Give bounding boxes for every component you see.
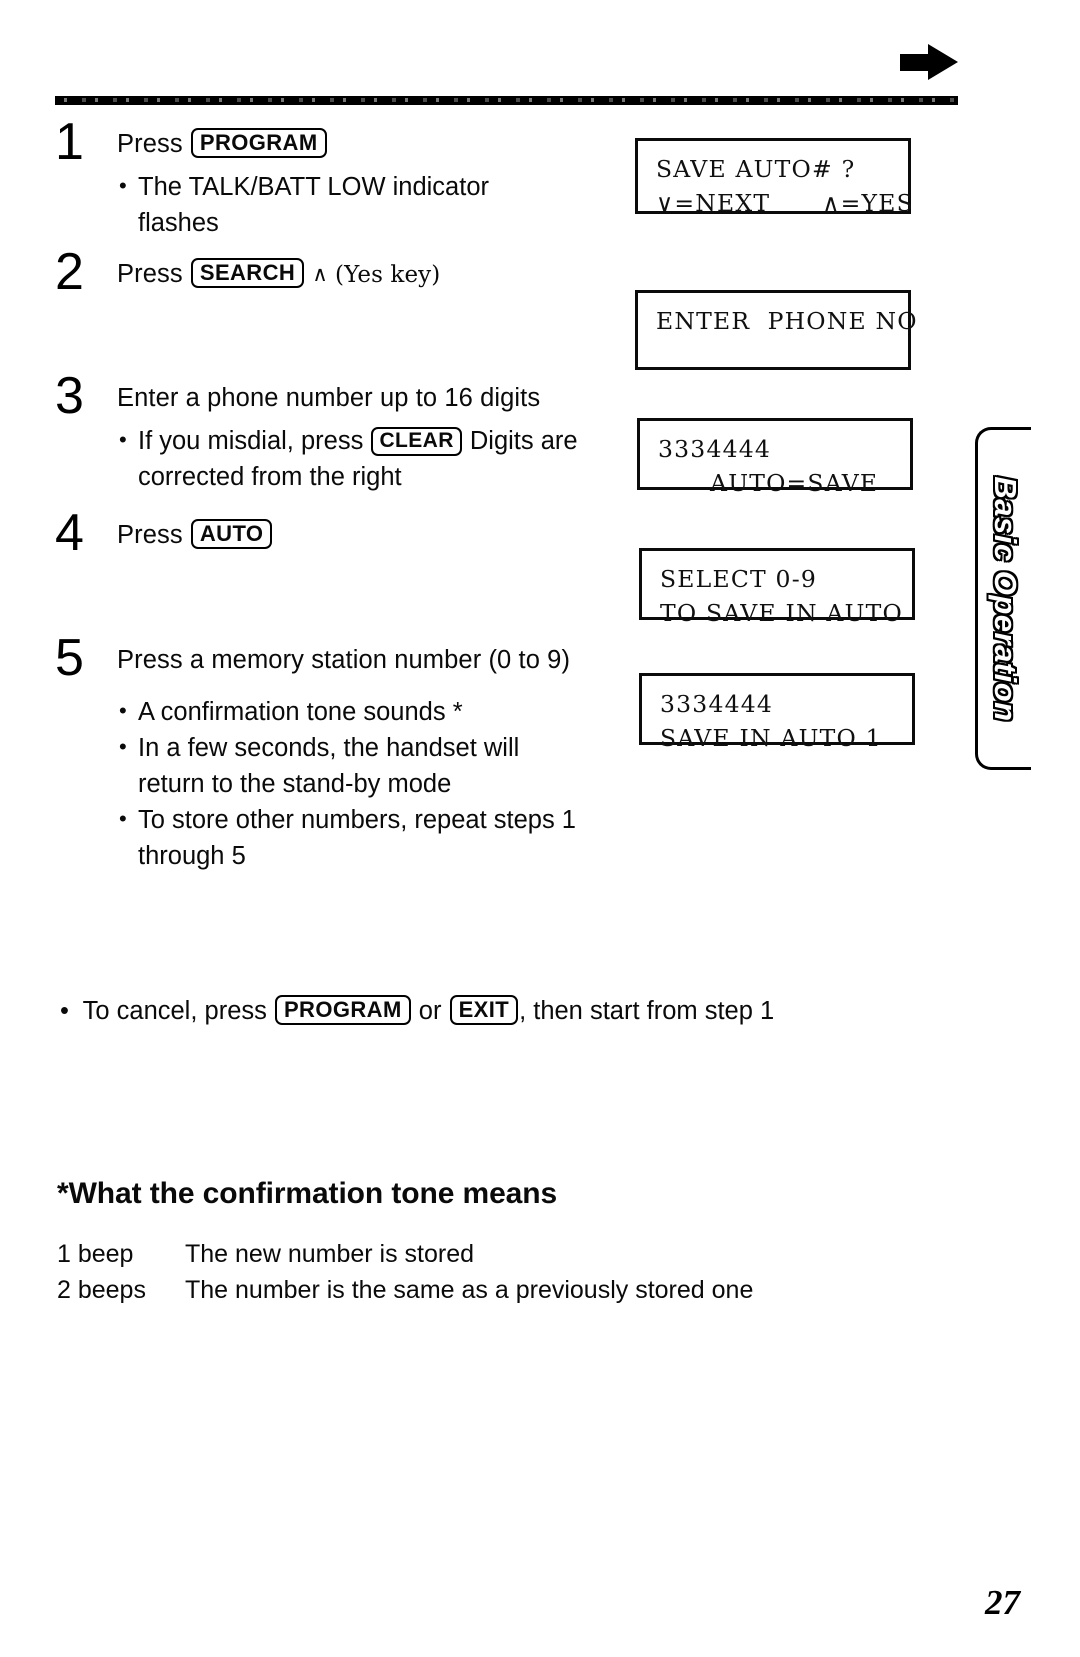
bullet-text-b: Digits are xyxy=(469,426,578,455)
step-3-body: Enter a phone number up to 16 digits If … xyxy=(117,382,615,495)
bullet-line: To store other numbers, repeat steps 1 xyxy=(138,806,576,835)
bullet: A confirmation tone sounds * xyxy=(117,694,615,730)
tone-meaning: The new number is stored xyxy=(185,1240,475,1268)
lcd-line-2: SAVE IN AUTO 1 xyxy=(660,724,882,752)
step-4: 4 Press AUTO xyxy=(55,507,615,644)
step-5-bullets: A confirmation tone sounds * In a few se… xyxy=(117,694,615,875)
lcd-line-2: TO SAVE IN AUTO xyxy=(660,599,903,627)
key-clear[interactable]: CLEAR xyxy=(371,426,462,456)
bullet-continuation: flashes xyxy=(117,206,615,241)
step-5: 5 Press a memory station number (0 to 9)… xyxy=(55,632,615,875)
key-search[interactable]: SEARCH xyxy=(190,258,305,289)
bullet-continuation: through 5 xyxy=(117,839,615,874)
arrow-right-icon xyxy=(900,44,958,80)
step-2: 2 Press SEARCH ∧ (Yes key) xyxy=(55,246,615,382)
step-1-bullets: The TALK/BATT LOW indicator flashes xyxy=(117,169,615,241)
header-rule-texture xyxy=(55,98,958,102)
step-5-body: Press a memory station number (0 to 9) A… xyxy=(117,644,615,875)
step-2-verb: Press xyxy=(117,260,183,288)
cancel-note-part3: , then start from step 1 xyxy=(519,997,775,1025)
bullet: The TALK/BATT LOW indicator xyxy=(117,169,615,205)
key-program[interactable]: PROGRAM xyxy=(190,128,327,159)
tone-meaning: The number is the same as a previously s… xyxy=(185,1276,754,1304)
arrow-head xyxy=(928,44,958,80)
cancel-note-part1: To cancel, press xyxy=(82,997,267,1025)
step-4-number: 4 xyxy=(55,504,84,562)
step-2-title: Press SEARCH ∧ (Yes key) xyxy=(117,258,615,291)
step-2-number: 2 xyxy=(55,243,84,301)
bullet: In a few seconds, the handset will xyxy=(117,730,615,766)
page-number: 27 xyxy=(985,1583,1020,1622)
lcd-line-1: SAVE AUTO# ? xyxy=(656,155,856,183)
confirmation-tone-table: 1 beep The new number is stored 2 beeps … xyxy=(57,1236,753,1308)
step-2-body: Press SEARCH ∧ (Yes key) xyxy=(117,258,615,291)
bullet-line: return to the stand-by mode xyxy=(138,770,452,798)
bullet-line: In a few seconds, the handset will xyxy=(138,733,520,762)
lcd-line-2 xyxy=(656,338,908,372)
step-3-number: 3 xyxy=(55,367,84,425)
bullet-continuation: corrected from the right xyxy=(117,460,615,495)
tone-count: 1 beep xyxy=(57,1240,134,1268)
bullet: To store other numbers, repeat steps 1 xyxy=(117,802,615,838)
bullet-line: The TALK/BATT LOW indicator xyxy=(138,172,489,201)
step-1-body: Press PROGRAM The TALK/BATT LOW indicato… xyxy=(117,128,615,241)
steps-column: 1 Press PROGRAM The TALK/BATT LOW indica… xyxy=(55,116,615,876)
bullet: If you misdial, press CLEAR Digits are xyxy=(117,423,615,459)
table-row: 2 beeps The number is the same as a prev… xyxy=(57,1272,753,1308)
lcd-line-1: SELECT 0-9 xyxy=(660,565,817,593)
step-2-yeskey-note: (Yes key) xyxy=(335,262,441,288)
key-exit[interactable]: EXIT xyxy=(449,995,519,1026)
lcd-display-4: SELECT 0-9 TO SAVE IN AUTO xyxy=(639,548,915,627)
step-1-title: Press PROGRAM xyxy=(117,128,615,161)
step-1: 1 Press PROGRAM The TALK/BATT LOW indica… xyxy=(55,116,615,258)
lcd-line-1: ENTER PHONE NO xyxy=(656,307,918,335)
bullet-line: through 5 xyxy=(138,842,246,871)
cancel-note-part2: or xyxy=(418,997,442,1025)
lcd-display-1: SAVE AUTO# ? ∨=NEXT ∧=YES xyxy=(635,138,913,217)
step-3-title: Enter a phone number up to 16 digits xyxy=(117,384,541,412)
section-tab-basic-operation: Basic Operation xyxy=(975,427,1031,770)
lcd-line-2: AUTO=SAVE xyxy=(658,469,879,497)
key-program-cancel[interactable]: PROGRAM xyxy=(274,995,411,1026)
key-auto[interactable]: AUTO xyxy=(190,519,273,550)
bullet-continuation: return to the stand-by mode xyxy=(117,767,615,802)
lcd-display-3: 3334444 AUTO=SAVE xyxy=(637,418,913,497)
step-1-number: 1 xyxy=(55,113,84,171)
step-4-body: Press AUTO xyxy=(117,519,615,552)
step-5-title: Press a memory station number (0 to 9) xyxy=(117,646,571,674)
tone-count: 2 beeps xyxy=(57,1276,146,1304)
lcd-line-1: 3334444 xyxy=(658,435,772,463)
bullet-line: flashes xyxy=(138,208,219,237)
lcd-line-1: 3334444 xyxy=(660,690,774,718)
bullet-icon: • xyxy=(60,997,69,1025)
bullet-line: corrected from the right xyxy=(138,462,402,491)
step-3: 3 Enter a phone number up to 16 digits I… xyxy=(55,370,615,519)
step-1-verb: Press xyxy=(117,130,183,158)
step-4-verb: Press xyxy=(117,521,183,549)
cancel-note: • To cancel, press PROGRAM or EXIT, then… xyxy=(60,995,774,1028)
manual-page: 1 Press PROGRAM The TALK/BATT LOW indica… xyxy=(0,0,1080,1657)
step-4-title: Press AUTO xyxy=(117,519,615,552)
lcd-line-2: ∨=NEXT ∧=YES xyxy=(656,189,914,217)
step-5-number: 5 xyxy=(55,629,84,687)
bullet-text-a: If you misdial, press xyxy=(138,426,364,455)
confirmation-tone-heading: *What the confirmation tone means xyxy=(57,1177,558,1210)
lcd-display-5: 3334444 SAVE IN AUTO 1 xyxy=(639,673,915,752)
section-tab-label: Basic Operation xyxy=(986,475,1024,723)
lcd-display-2: ENTER PHONE NO xyxy=(635,290,918,372)
up-caret-icon: ∧ xyxy=(312,262,328,286)
bullet-line: A confirmation tone sounds * xyxy=(138,697,463,726)
table-row: 1 beep The new number is stored xyxy=(57,1236,753,1272)
step-3-bullets: If you misdial, press CLEAR Digits are c… xyxy=(117,423,615,495)
